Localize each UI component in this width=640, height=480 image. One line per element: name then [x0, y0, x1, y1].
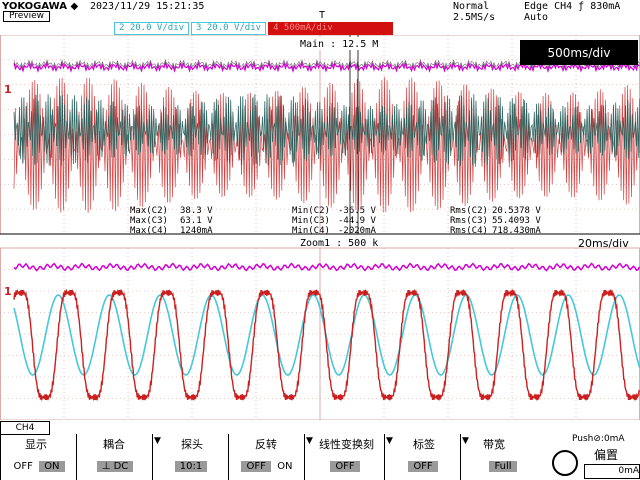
- zoom-traces: [13, 262, 640, 402]
- invert-softkey[interactable]: 反转 OFF ON: [228, 434, 305, 480]
- softkey-arrow-icon: ▼: [154, 436, 161, 446]
- acquisition-readout: Normal 2.5MS/s: [453, 1, 495, 23]
- offset-knob-panel[interactable]: Push⊘:0mA 偏置 0mA: [544, 434, 640, 480]
- measurement-cell: Rms(C2): [450, 206, 488, 216]
- zoom-window-label: Zoom1 : 500 k: [300, 238, 378, 249]
- ch1-marker: 1: [4, 83, 12, 96]
- display-title: 显示: [25, 438, 47, 451]
- push-label: Push⊘:0mA: [572, 434, 625, 444]
- ch4-zoom-trace: [13, 262, 640, 272]
- measurement-cell: Max(C2): [130, 206, 168, 216]
- trigger-readout: Edge CH4 ƒ 830mA Auto: [524, 1, 620, 23]
- softkey-arrow-icon: ▼: [306, 436, 313, 446]
- display-off: OFF: [13, 461, 33, 472]
- offset-value: 0mA: [584, 464, 640, 479]
- ch3-main-trace: [13, 77, 640, 213]
- rotary-knob-icon[interactable]: [552, 450, 578, 476]
- measurement-cell: 63.1 V: [180, 216, 213, 226]
- channel-scale-bar: 2 20.0 V/div 3 20.0 V/div 4 500mA/div: [114, 22, 395, 35]
- main-timebase: 500ms/div: [548, 46, 611, 60]
- measurement-cell: Rms(C3): [450, 216, 488, 226]
- main-window-label: Main : 12.5 M: [300, 39, 378, 50]
- trigger-position-marker: T: [319, 10, 326, 21]
- trigger-type: Edge CH4 ƒ 830mA: [524, 1, 621, 12]
- ch2-scale-value: 20.0 V/div: [129, 23, 185, 33]
- waveform-display: 500ms/div Main : 12.5 M 1 1 Max(C2) 38.3 …: [0, 35, 640, 420]
- invert-title: 反转: [255, 438, 277, 451]
- channel-menu-label: CH4: [0, 421, 50, 435]
- bandwidth-softkey[interactable]: ▼ 带宽 Full: [460, 434, 545, 480]
- datetime-readout: 2023/11/29 15:21:35: [90, 1, 205, 12]
- bandwidth-title: 带宽: [483, 438, 505, 451]
- measurement-table: Max(C2) 38.3 V Min(C2) -36.5 V Rms(C2) 20.537…: [130, 206, 541, 236]
- ch2-id: 2: [119, 23, 125, 33]
- status-header: YOKOGAWA ◆ Preview 2023/11/29 15:21:35 T…: [0, 0, 640, 23]
- linear-scale-title: 线性变换刻: [319, 438, 374, 451]
- label-softkey[interactable]: ▼ 标签 OFF: [384, 434, 461, 480]
- linear-scale-softkey[interactable]: ▼ 线性变换刻 OFF: [304, 434, 385, 480]
- label-value: OFF: [408, 461, 438, 472]
- ch4-scale-value: 500mA/div: [283, 23, 333, 33]
- display-on: ON: [39, 461, 65, 472]
- softkey-arrow-icon: ▼: [386, 436, 393, 446]
- sample-rate: 2.5MS/s: [453, 12, 496, 23]
- measurement-cell: Max(C3): [130, 216, 168, 226]
- preview-badge: Preview: [3, 11, 51, 22]
- measurement-cell: Min(C2): [292, 206, 330, 216]
- measurement-cell: -44.9 V: [338, 216, 377, 226]
- ch3-id: 3: [196, 23, 202, 33]
- ch4-scale[interactable]: 4 500mA/div: [268, 22, 394, 35]
- measurement-cell: 20.5378 V: [492, 206, 541, 216]
- probe-value: 10:1: [174, 461, 208, 472]
- invert-off: OFF: [241, 461, 271, 472]
- ch4-marker: 1: [4, 285, 12, 298]
- ch2-zoom-trace: [13, 294, 640, 376]
- bandwidth-value: Full: [489, 461, 517, 472]
- ch4-id: 4: [273, 23, 279, 33]
- ch3-scale-value: 20.0 V/div: [206, 23, 262, 33]
- probe-softkey[interactable]: ▼ 探头 10:1: [152, 434, 229, 480]
- label-title: 标签: [413, 438, 435, 451]
- ch3-scale[interactable]: 3 20.0 V/div: [191, 22, 267, 35]
- measurement-cell: 55.4093 V: [492, 216, 541, 226]
- display-softkey[interactable]: 显示 OFF ON: [0, 434, 77, 480]
- measurement-cell: 38.3 V: [180, 206, 213, 216]
- ch2-scale[interactable]: 2 20.0 V/div: [114, 22, 190, 35]
- trigger-mode: Auto: [524, 12, 549, 23]
- linear-scale-value: OFF: [330, 461, 360, 472]
- acq-mode: Normal: [453, 1, 490, 12]
- measurement-cell: Min(C3): [292, 216, 330, 226]
- invert-on: ON: [277, 461, 293, 472]
- probe-title: 探头: [181, 438, 203, 451]
- softkey-arrow-icon: ▼: [462, 436, 469, 446]
- coupling-softkey[interactable]: 耦合 ⊥ DC: [76, 434, 153, 480]
- coupling-value: ⊥ DC: [96, 461, 134, 472]
- coupling-title: 耦合: [103, 438, 125, 451]
- offset-title: 偏置: [594, 448, 619, 462]
- measurement-cell: -36.5 V: [338, 206, 377, 216]
- ch3-zoom-trace: [13, 288, 640, 402]
